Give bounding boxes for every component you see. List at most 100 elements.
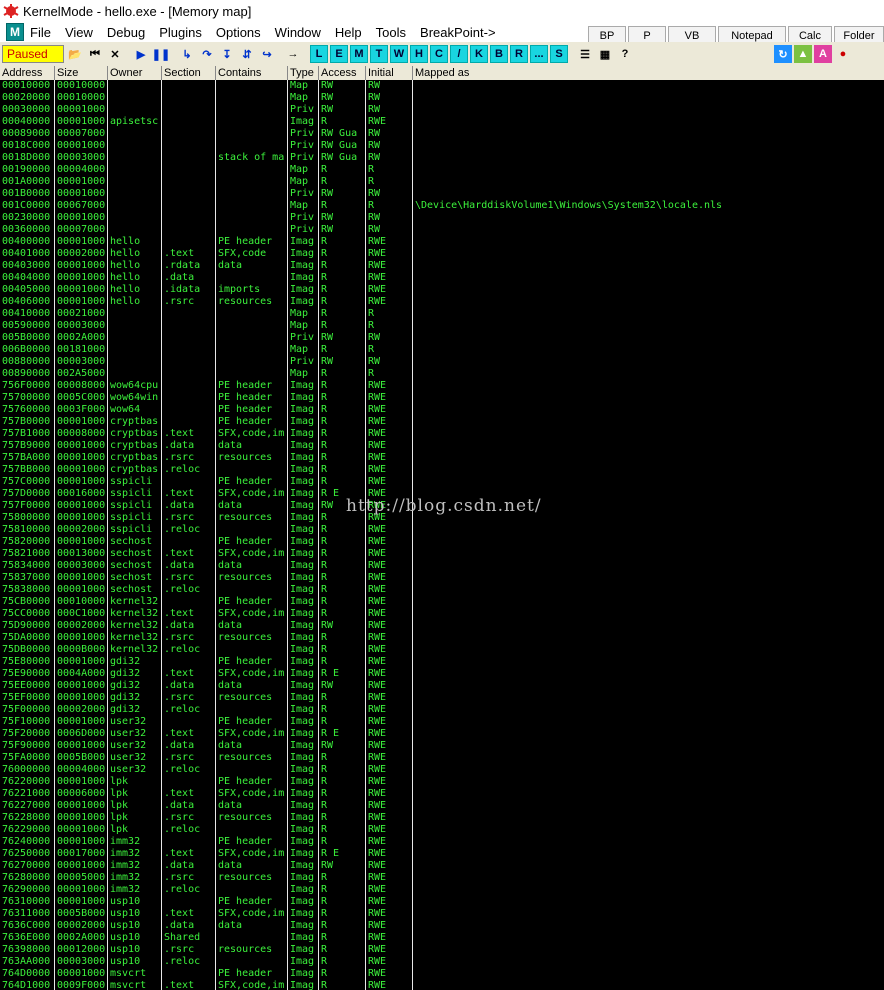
table-row[interactable]: 757C0000 00001000 sspicli PE header Imag R RWE [0,476,884,488]
table-row[interactable]: 756F0000 00008000 wow64cpu PE header Imag R RW… [0,380,884,392]
plugin-icon[interactable]: ▲ [794,45,812,63]
header-type[interactable]: Type [288,66,319,80]
table-row[interactable]: 757BB000 00001000 cryptbas .reloc Imag R RWE [0,464,884,476]
header-mapped-as[interactable]: Mapped as [413,66,884,80]
run-icon[interactable]: ▶ [132,45,150,63]
table-row[interactable]: 76240000 00001000 imm32 PE header Imag R RWE [0,836,884,848]
table-row[interactable]: 00890000 002A5000 Map R R [0,368,884,380]
table-row[interactable]: 00089000 00007000 Priv RW Gua RW [0,128,884,140]
table-row[interactable]: 00406000 00001000 hello .rsrc resources Imag R… [0,296,884,308]
menu-window[interactable]: Window [275,25,321,40]
header-access[interactable]: Access [319,66,366,80]
step-over-icon[interactable]: ↷ [198,45,216,63]
table-row[interactable]: 76398000 00012000 usp10 .rsrc resources Imag R… [0,944,884,956]
table-row[interactable]: 75F90000 00001000 user32 .data data Imag RW RWE [0,740,884,752]
list-icon[interactable]: ☰ [576,45,594,63]
table-row[interactable]: 75DB0000 0000B000 kernel32 .reloc Imag R RWE [0,644,884,656]
table-row[interactable]: 764D1000 0009F000 msvcrt .text SFX,code,im Im… [0,980,884,990]
table-row[interactable]: 00190000 00004000 Map R R [0,164,884,176]
table-row[interactable]: 76280000 00005000 imm32 .rsrc resources Imag R… [0,872,884,884]
open-icon[interactable]: 📂 [66,45,84,63]
table-row[interactable]: 75820000 00001000 sechost PE header Imag R RWE [0,536,884,548]
trace-over-icon[interactable]: ⇵ [238,45,256,63]
restart-icon[interactable]: ⏮ [86,45,104,63]
table-row[interactable]: 757B0000 00001000 cryptbas PE header Imag R RW… [0,416,884,428]
table-row[interactable]: 006B0000 00181000 Map R R [0,344,884,356]
go-to-icon[interactable]: → [284,45,302,63]
table-row[interactable]: 001A0000 00001000 Map R R [0,176,884,188]
cpu-window-button[interactable]: C [430,45,448,63]
table-row[interactable]: 76221000 00006000 lpk .text SFX,code,im Imag R… [0,788,884,800]
table-row[interactable]: 757B1000 00008000 cryptbas .text SFX,code,im… [0,428,884,440]
menu-view[interactable]: View [65,25,93,40]
execute-till-return-icon[interactable]: ↪ [258,45,276,63]
table-row[interactable]: 75FA0000 0005B000 user32 .rsrc resources Imag… [0,752,884,764]
table-row[interactable]: 0018D000 00003000 stack of ma Priv RW Gua RW [0,152,884,164]
header-address[interactable]: Address [0,66,55,80]
header-section[interactable]: Section [162,66,216,80]
stop-icon[interactable]: ● [834,45,852,63]
handles-window-button[interactable]: H [410,45,428,63]
references-window-button[interactable]: R [510,45,528,63]
menu-options[interactable]: Options [216,25,261,40]
mdi-logo-icon[interactable]: M [6,23,24,41]
table-row[interactable]: 00880000 00003000 Priv RW RW [0,356,884,368]
table-row[interactable]: 75700000 0005C000 wow64win PE header Imag R RW… [0,392,884,404]
memory-map-table[interactable]: 00010000 00010000 Map RW RW 00020000 00010000 M… [0,80,884,990]
header-size[interactable]: Size [55,66,108,80]
table-row[interactable]: 76227000 00001000 lpk .data data Imag R RWE [0,800,884,812]
table-row[interactable]: 75EF0000 00001000 gdi32 .rsrc resources Imag R… [0,692,884,704]
table-row[interactable]: 7636C000 00002000 usp10 .data data Imag R RWE [0,920,884,932]
table-row[interactable]: 75810000 00002000 sspicli .reloc Imag R RWE [0,524,884,536]
table-row[interactable]: 00040000 00001000 apisetsc Imag R RWE [0,116,884,128]
step-into-icon[interactable]: ↳ [178,45,196,63]
table-row[interactable]: 75E90000 0004A000 gdi32 .text SFX,code,im Ima… [0,668,884,680]
table-row[interactable]: 76290000 00001000 imm32 .reloc Imag R RWE [0,884,884,896]
table-row[interactable]: 75760000 0003F000 wow64 PE header Imag R RWE [0,404,884,416]
table-row[interactable]: 00403000 00001000 hello .rdata data Imag R RWE [0,260,884,272]
run-trace-window-button[interactable]: ... [530,45,548,63]
windows-window-button[interactable]: W [390,45,408,63]
header-owner[interactable]: Owner [108,66,162,80]
pause-icon[interactable]: ❚❚ [152,45,170,63]
table-row[interactable]: 757B9000 00001000 cryptbas .data data Imag R RW… [0,440,884,452]
table-row[interactable]: 75F20000 0006D000 user32 .text SFX,code,im Im… [0,728,884,740]
table-row[interactable]: 76229000 00001000 lpk .reloc Imag R RWE [0,824,884,836]
table-row[interactable]: 75CC0000 000C1000 kernel32 .text SFX,code,im… [0,608,884,620]
table-row[interactable]: 00020000 00010000 Map RW RW [0,92,884,104]
table-row[interactable]: 75DA0000 00001000 kernel32 .rsrc resources Im… [0,632,884,644]
table-row[interactable]: 00590000 00003000 Map R R [0,320,884,332]
table-row[interactable]: 76228000 00001000 lpk .rsrc resources Imag R RW… [0,812,884,824]
table-row[interactable]: 00400000 00001000 hello PE header Imag R RWE [0,236,884,248]
table-row[interactable]: 76220000 00001000 lpk PE header Imag R RWE [0,776,884,788]
font-icon[interactable]: A [814,45,832,63]
table-row[interactable]: 75834000 00003000 sechost .data data Imag R RWE [0,560,884,572]
close-icon[interactable]: ✕ [106,45,124,63]
source-window-button[interactable]: S [550,45,568,63]
call-stack-window-button[interactable]: K [470,45,488,63]
trace-into-icon[interactable]: ↧ [218,45,236,63]
table-row[interactable]: 75F10000 00001000 user32 PE header Imag R RWE [0,716,884,728]
header-initial[interactable]: Initial [366,66,413,80]
header-contains[interactable]: Contains [216,66,288,80]
table-row[interactable]: 76310000 00001000 usp10 PE header Imag R RWE [0,896,884,908]
table-row[interactable]: 763AA000 00003000 usp10 .reloc Imag R RWE [0,956,884,968]
table-row[interactable]: 75EE0000 00001000 gdi32 .data data Imag RW RWE [0,680,884,692]
table-row[interactable]: 7636E000 0002A000 usp10 Shared Imag R RWE [0,932,884,944]
table-row[interactable]: 76311000 0005B000 usp10 .text SFX,code,im Ima… [0,908,884,920]
refresh-icon[interactable]: ↻ [774,45,792,63]
table-row[interactable]: 001B0000 00001000 Priv RW RW [0,188,884,200]
options-icon[interactable]: ▦ [596,45,614,63]
help-icon[interactable]: ? [616,45,634,63]
table-row[interactable]: 76000000 00004000 user32 .reloc Imag R RWE [0,764,884,776]
table-row[interactable]: 0018C000 00001000 Priv RW Gua RW [0,140,884,152]
menu-plugins[interactable]: Plugins [159,25,202,40]
menu-help[interactable]: Help [335,25,362,40]
table-row[interactable]: 75F00000 00002000 gdi32 .reloc Imag R RWE [0,704,884,716]
table-row[interactable]: 00405000 00001000 hello .idata imports Imag R R… [0,284,884,296]
threads-window-button[interactable]: T [370,45,388,63]
menu-tools[interactable]: Tools [376,25,406,40]
table-row[interactable]: 00410000 00021000 Map R R [0,308,884,320]
table-row[interactable]: 76250000 00017000 imm32 .text SFX,code,im Ima… [0,848,884,860]
table-row[interactable]: 75838000 00001000 sechost .reloc Imag R RWE [0,584,884,596]
